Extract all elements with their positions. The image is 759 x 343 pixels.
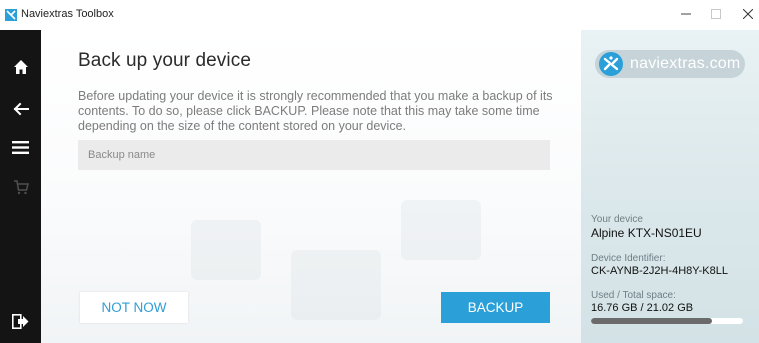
backup-button[interactable]: BACKUP: [441, 292, 550, 323]
device-identifier-label: Device Identifier:: [591, 253, 666, 264]
device-identifier-value: CK-AYNB-2J2H-4H8Y-K8LL: [591, 265, 728, 277]
page-title: Back up your device: [78, 50, 251, 71]
minimize-button[interactable]: [676, 4, 696, 24]
background-pattern: [291, 250, 381, 320]
title-bar: Naviextras Toolbox: [0, 0, 759, 30]
main-content: Back up your device Before updating your…: [41, 30, 581, 343]
backup-name-input[interactable]: [78, 140, 550, 170]
intro-text: Before updating your device it is strong…: [78, 89, 553, 133]
sidebar-item-menu[interactable]: [0, 132, 41, 162]
app-icon: [5, 9, 17, 21]
close-icon: [743, 9, 753, 19]
not-now-button[interactable]: NOT NOW: [80, 292, 188, 323]
background-pattern: [401, 200, 481, 260]
naviextras-logo-icon: [599, 52, 623, 76]
storage-progress-fill: [591, 318, 713, 324]
device-value: Alpine KTX-NS01EU: [591, 226, 702, 240]
background-pattern: [191, 220, 261, 280]
exit-icon: [12, 313, 29, 329]
back-arrow-icon: [13, 102, 29, 116]
sidebar-item-exit[interactable]: [0, 306, 41, 336]
home-icon: [13, 60, 28, 74]
maximize-button[interactable]: [706, 4, 726, 24]
sidebar-item-cart[interactable]: [0, 172, 41, 202]
brand-name: naviextras.com: [630, 55, 741, 72]
sidebar-item-home[interactable]: [0, 52, 41, 82]
menu-icon: [12, 140, 29, 154]
minimize-icon: [681, 13, 691, 15]
device-panel: naviextras.com Your device Alpine KTX-NS…: [581, 30, 759, 343]
brand-logo: naviextras.com: [595, 50, 745, 78]
storage-label: Used / Total space:: [591, 290, 676, 301]
window-title: Naviextras Toolbox: [21, 8, 114, 20]
device-label: Your device: [591, 214, 643, 225]
close-button[interactable]: [738, 4, 758, 24]
sidebar-item-back[interactable]: [0, 94, 41, 124]
maximize-icon: [711, 9, 721, 19]
sidebar: [0, 30, 41, 343]
cart-icon: [13, 180, 29, 195]
storage-progress-bar: [591, 318, 743, 324]
storage-value: 16.76 GB / 21.02 GB: [591, 302, 694, 314]
